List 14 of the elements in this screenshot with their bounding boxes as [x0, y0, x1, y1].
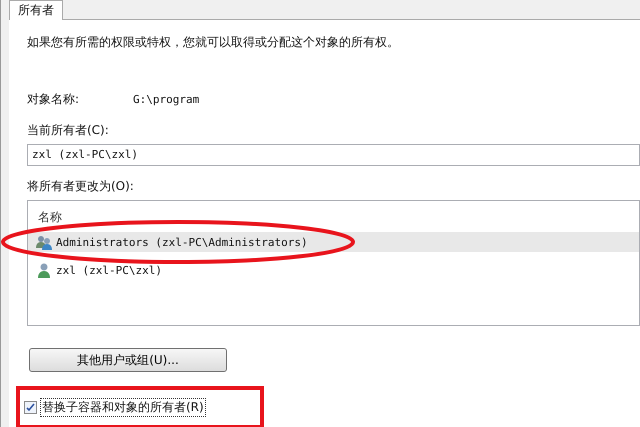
other-users-button[interactable]: 其他用户或组(U)... — [29, 348, 227, 372]
description-text: 如果您有所需的权限或特权，您就可以取得或分配这个对象的所有权。 — [27, 34, 400, 51]
object-name-value: G:\program — [133, 93, 200, 106]
change-owner-label: 将所有者更改为(O): — [27, 178, 135, 195]
checkbox[interactable] — [24, 401, 37, 414]
object-name-label: 对象名称: — [27, 91, 80, 108]
users-icon — [36, 234, 52, 250]
owner-list-item[interactable]: Administrators (zxl-PC\Administrators) — [28, 232, 639, 252]
current-owner-label: 当前所有者(C): — [27, 122, 110, 139]
user-icon — [36, 262, 52, 278]
current-owner-field: zxl (zxl-PC\zxl) — [27, 144, 640, 166]
owner-tab[interactable]: 所有者 — [9, 0, 63, 20]
column-header: 名称 — [37, 209, 63, 226]
owner-list-item[interactable]: zxl (zxl-PC\zxl) — [28, 260, 639, 280]
